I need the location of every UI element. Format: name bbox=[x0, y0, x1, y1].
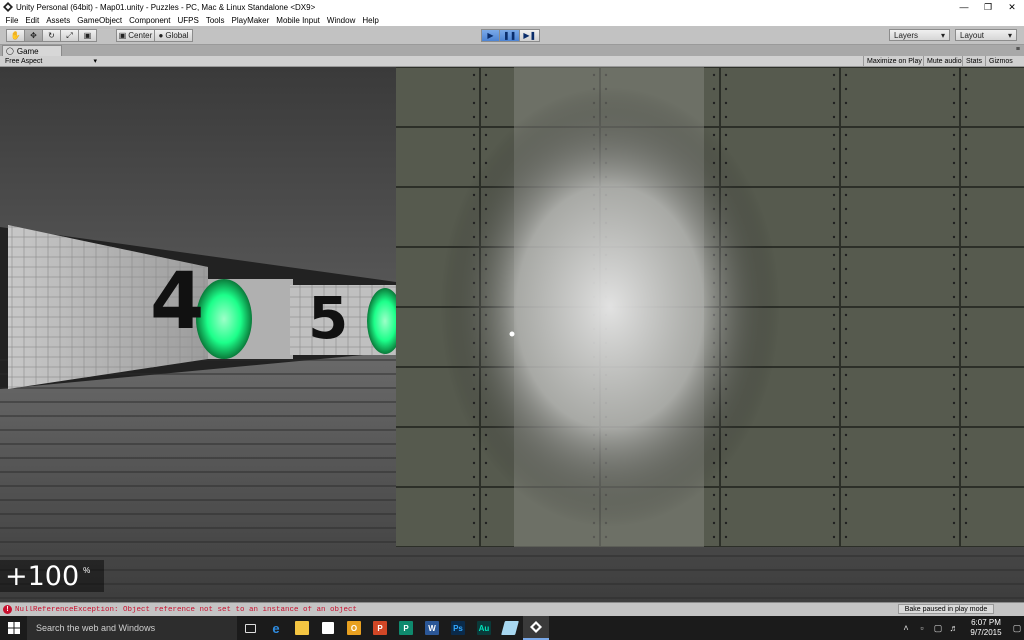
pivot-icon: ▣ bbox=[118, 31, 127, 40]
gizmos-dropdown[interactable]: Gizmos bbox=[985, 56, 1016, 66]
stats-button[interactable]: Stats bbox=[962, 56, 985, 66]
chevron-up-icon[interactable]: ˄ bbox=[898, 616, 914, 640]
clock-date: 9/7/2015 bbox=[970, 628, 1002, 637]
menu-window[interactable]: Window bbox=[323, 16, 358, 25]
windows-logo-icon bbox=[7, 622, 20, 634]
windows-taskbar: Search the web and Windows e O P P W Ps … bbox=[0, 616, 1024, 640]
system-tray: ˄ ▫ ▢ ♬ 6:07 PM 9/7/2015 ▢ bbox=[898, 616, 1024, 640]
error-icon: ! bbox=[3, 605, 12, 614]
menu-tools[interactable]: Tools bbox=[202, 16, 228, 25]
globe-icon: ● bbox=[158, 31, 164, 40]
task-view-icon[interactable] bbox=[237, 616, 263, 640]
menu-ufps[interactable]: UFPS bbox=[174, 16, 202, 25]
menu-assets[interactable]: Assets bbox=[43, 16, 74, 25]
clock[interactable]: 6:07 PM 9/7/2015 bbox=[962, 618, 1010, 638]
space-global-button[interactable]: ● Global bbox=[154, 29, 193, 42]
notes-app-icon[interactable] bbox=[497, 616, 523, 640]
menu-gameobject[interactable]: GameObject bbox=[74, 16, 126, 25]
play-icon[interactable]: ▶ bbox=[481, 29, 500, 42]
notification-icon[interactable]: ▢ bbox=[1010, 616, 1024, 640]
network-icon[interactable]: ▫ bbox=[914, 616, 930, 640]
layers-label: Layers bbox=[894, 30, 919, 40]
main-toolbar: ✋ ✥ ↻ ⤢ ▣ ▣ Center ● Global ▶ ❚❚ ▶❚ Layers… bbox=[0, 26, 1024, 45]
file-explorer-icon[interactable] bbox=[289, 616, 315, 640]
menu-component[interactable]: Component bbox=[126, 16, 174, 25]
rect-icon[interactable]: ▣ bbox=[78, 29, 97, 42]
layout-label: Layout bbox=[960, 30, 985, 40]
tab-bar: ◯ Game ≡ bbox=[0, 45, 1024, 56]
window-title: Unity Personal (64bit) - Map01.unity - P… bbox=[16, 2, 316, 12]
maximize-on-play-button[interactable]: Maximize on Play bbox=[863, 56, 925, 66]
taskbar-search-input[interactable]: Search the web and Windows bbox=[27, 616, 237, 640]
search-placeholder: Search the web and Windows bbox=[36, 623, 156, 633]
volume-icon[interactable]: ♬ bbox=[946, 616, 962, 640]
minimize-icon[interactable]: — bbox=[952, 0, 976, 14]
message-icon[interactable]: ▢ bbox=[930, 616, 946, 640]
unity-taskbar-icon[interactable] bbox=[523, 616, 549, 640]
error-message[interactable]: NullReferenceException: Object reference… bbox=[15, 606, 1024, 614]
unity-logo-icon bbox=[530, 621, 542, 633]
chevron-down-icon: ▾ bbox=[93, 58, 97, 65]
menu-mobile-input[interactable]: Mobile Input bbox=[273, 16, 324, 25]
aspect-dropdown[interactable]: Free Aspect ▾ bbox=[2, 56, 100, 66]
game-tab-icon: ◯ bbox=[6, 48, 14, 55]
powerpoint-icon[interactable]: P bbox=[367, 616, 393, 640]
clock-time: 6:07 PM bbox=[971, 618, 1001, 627]
start-button[interactable] bbox=[0, 616, 27, 640]
bake-status: Bake paused in play mode bbox=[898, 604, 994, 614]
photoshop-icon[interactable]: Ps bbox=[445, 616, 471, 640]
health-unit: % bbox=[83, 566, 91, 575]
layers-dropdown[interactable]: Layers ▾ bbox=[889, 29, 950, 41]
play-controls: ▶ ❚❚ ▶❚ bbox=[481, 29, 541, 42]
chevron-down-icon: ▾ bbox=[1007, 30, 1012, 40]
pause-icon[interactable]: ❚❚ bbox=[499, 29, 521, 42]
audition-icon[interactable]: Au bbox=[471, 616, 497, 640]
pivot-tools: ▣ Center ● Global bbox=[116, 29, 193, 42]
tab-menu-icon[interactable]: ≡ bbox=[1016, 46, 1020, 53]
tab-game-label: Game bbox=[16, 46, 39, 56]
menu-help[interactable]: Help bbox=[359, 16, 382, 25]
close-icon[interactable]: ✕ bbox=[1000, 0, 1024, 14]
menu-file[interactable]: File bbox=[2, 16, 22, 25]
restore-icon[interactable]: ❐ bbox=[976, 0, 1000, 14]
pivot-center-button[interactable]: ▣ Center bbox=[116, 29, 155, 42]
rotate-icon[interactable]: ↻ bbox=[42, 29, 61, 42]
publisher-icon[interactable]: P bbox=[393, 616, 419, 640]
hand-icon[interactable]: ✋ bbox=[6, 29, 25, 42]
store-icon[interactable] bbox=[315, 616, 341, 640]
scale-icon[interactable]: ⤢ bbox=[60, 29, 79, 42]
game-view[interactable]: 4 5 +100 % bbox=[0, 67, 1024, 602]
menu-bar: File Edit Assets GameObject Component UF… bbox=[0, 14, 1024, 26]
tab-game[interactable]: ◯ Game bbox=[2, 45, 62, 56]
health-value: +100 bbox=[5, 560, 80, 592]
console-status-bar[interactable]: ! NullReferenceException: Object referen… bbox=[0, 602, 1024, 616]
outlook-icon[interactable]: O bbox=[341, 616, 367, 640]
edge-icon[interactable]: e bbox=[263, 616, 289, 640]
layout-dropdown[interactable]: Layout ▾ bbox=[955, 29, 1017, 41]
health-hud: +100 % bbox=[0, 560, 104, 592]
room-number-5: 5 bbox=[308, 284, 349, 352]
menu-edit[interactable]: Edit bbox=[22, 16, 43, 25]
mute-audio-button[interactable]: Mute audio bbox=[923, 56, 965, 66]
title-bar: Unity Personal (64bit) - Map01.unity - P… bbox=[0, 0, 1024, 14]
move-icon[interactable]: ✥ bbox=[24, 29, 43, 42]
space-label: Global bbox=[165, 31, 189, 40]
game-view-toolbar: Free Aspect ▾ Maximize on Play Mute audi… bbox=[0, 56, 1024, 67]
pivot-label: Center bbox=[128, 31, 153, 40]
menu-playmaker[interactable]: PlayMaker bbox=[228, 16, 273, 25]
step-icon[interactable]: ▶❚ bbox=[519, 29, 541, 42]
aspect-label: Free Aspect bbox=[5, 57, 43, 65]
transform-tools: ✋ ✥ ↻ ⤢ ▣ bbox=[6, 29, 97, 42]
room-number-4: 4 bbox=[150, 257, 205, 347]
chevron-down-icon: ▾ bbox=[940, 30, 945, 40]
unity-logo-icon bbox=[3, 2, 13, 12]
word-icon[interactable]: W bbox=[419, 616, 445, 640]
